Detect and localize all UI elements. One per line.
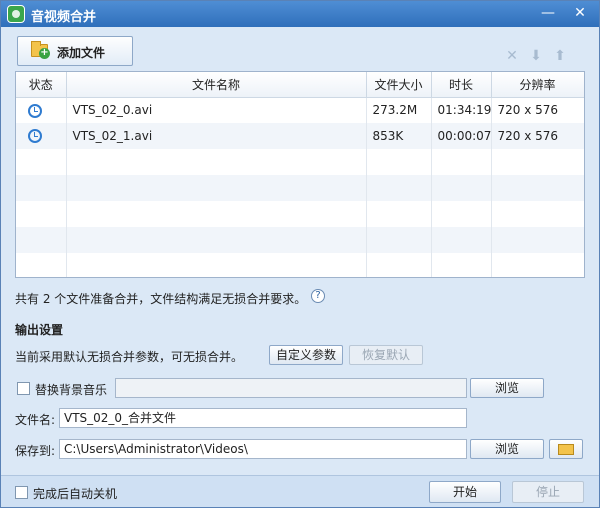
file-name-cell: VTS_02_0.avi	[66, 97, 367, 123]
stop-button[interactable]: 停止	[512, 481, 584, 503]
empty-row	[16, 253, 584, 277]
open-folder-icon	[558, 444, 574, 455]
add-file-label: 添加文件	[57, 46, 106, 60]
output-settings-desc: 当前采用默认无损合并参数，可无损合并。	[15, 350, 244, 364]
empty-row	[16, 227, 584, 253]
add-file-button[interactable]: 添加文件	[17, 36, 133, 66]
duration-cell: 00:00:07	[431, 123, 492, 149]
restore-default-button[interactable]: 恢复默认	[349, 345, 423, 365]
duration-cell: 01:34:19	[431, 97, 492, 123]
table-row[interactable]: VTS_02_1.avi 853K 00:00:07 720 x 576	[16, 123, 584, 149]
file-size-cell: 273.2M	[366, 97, 432, 123]
bgm-field[interactable]	[115, 378, 467, 398]
minimize-icon[interactable]: —	[537, 3, 559, 23]
app-icon	[7, 5, 25, 23]
saveto-field[interactable]: C:\Users\Administrator\Videos\	[59, 439, 467, 459]
help-icon[interactable]: ?	[311, 289, 325, 303]
bgm-label: 替换背景音乐	[35, 383, 108, 397]
filename-field[interactable]: VTS_02_0_合并文件	[59, 408, 467, 428]
header-name[interactable]: 文件名称	[66, 72, 367, 98]
output-settings-title: 输出设置	[15, 323, 64, 337]
clock-icon	[28, 129, 42, 144]
empty-row	[16, 149, 584, 175]
window-title: 音视频合并	[31, 10, 97, 25]
bgm-checkbox[interactable]	[17, 382, 30, 395]
auto-shutdown-checkbox[interactable]	[15, 486, 28, 499]
header-size[interactable]: 文件大小	[366, 72, 432, 98]
clock-icon	[28, 103, 42, 118]
empty-row	[16, 175, 584, 201]
title-bar: 音视频合并 — ✕	[1, 1, 599, 27]
file-size-cell: 853K	[366, 123, 432, 149]
file-table: 状态 文件名称 文件大小 时长 分辨率 VTS_02_0.avi 273.2M …	[15, 71, 585, 278]
resolution-cell: 720 x 576	[491, 97, 584, 123]
custom-params-button[interactable]: 自定义参数	[269, 345, 343, 365]
auto-shutdown-label: 完成后自动关机	[33, 487, 118, 501]
bgm-browse-button[interactable]: 浏览	[470, 378, 544, 398]
status-cell	[16, 97, 67, 123]
saveto-browse-button[interactable]: 浏览	[470, 439, 544, 459]
remove-icon[interactable]: ✕	[504, 48, 520, 64]
add-folder-icon	[31, 41, 50, 59]
move-up-icon[interactable]: ⬆	[552, 48, 568, 64]
empty-row	[16, 201, 584, 227]
filename-label: 文件名:	[15, 413, 56, 427]
start-button[interactable]: 开始	[429, 481, 501, 503]
move-down-icon[interactable]: ⬇	[528, 48, 544, 64]
close-icon[interactable]: ✕	[569, 3, 591, 23]
open-folder-button[interactable]	[549, 439, 583, 459]
status-cell	[16, 123, 67, 149]
merge-window: 音视频合并 — ✕ 添加文件 ✕ ⬇ ⬆ 状态 文件名称 文件大小 时长 分辨率	[0, 0, 600, 508]
table-row[interactable]: VTS_02_0.avi 273.2M 01:34:19 720 x 576	[16, 97, 584, 123]
resolution-cell: 720 x 576	[491, 123, 584, 149]
saveto-label: 保存到:	[15, 444, 56, 458]
footer-bar: 完成后自动关机 开始 停止	[1, 475, 599, 507]
header-duration[interactable]: 时长	[431, 72, 492, 98]
header-resolution[interactable]: 分辨率	[491, 72, 584, 98]
header-status[interactable]: 状态	[16, 72, 67, 98]
file-name-cell: VTS_02_1.avi	[66, 123, 367, 149]
merge-info-text: 共有 2 个文件准备合并，文件结构满足无损合并要求。	[15, 292, 307, 306]
